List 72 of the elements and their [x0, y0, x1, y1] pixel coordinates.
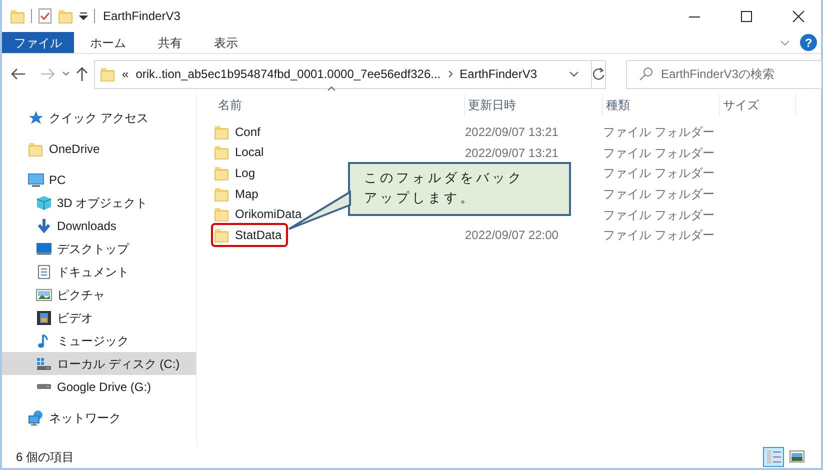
- folder-icon: [214, 186, 229, 202]
- sidebar-item[interactable]: ドキュメント: [2, 260, 196, 283]
- picture-icon: [36, 286, 52, 302]
- down-arrow-icon: [36, 218, 52, 234]
- file-tab[interactable]: ファイル: [2, 32, 74, 53]
- breadcrumb[interactable]: orik..tion_ab5ec1b954874fbd_0001.0000_7ee56edf326...: [136, 65, 441, 83]
- date-cell: 2022/09/07 13:21: [465, 146, 558, 160]
- type-cell: ファイル フォルダー: [603, 187, 714, 202]
- film-icon: [36, 310, 52, 326]
- desktop-icon: [36, 240, 52, 256]
- breadcrumb[interactable]: EarthFinderV3: [460, 65, 538, 83]
- date-cell: 2022/09/07 22:00: [465, 228, 558, 242]
- expand-ribbon-icon[interactable]: [780, 38, 790, 46]
- ribbon-tab[interactable]: ホーム: [74, 32, 142, 53]
- callout-note: このフォルダをバックアップします。: [348, 162, 571, 216]
- sidebar-item[interactable]: ビデオ: [2, 306, 196, 329]
- sidebar-item[interactable]: ローカル ディスク (C:): [2, 352, 196, 375]
- column-header[interactable]: 名前: [215, 98, 242, 112]
- search-icon: [639, 67, 653, 81]
- ribbon-tab[interactable]: 表示: [198, 32, 254, 53]
- sidebar-item[interactable]: ピクチャ: [2, 283, 196, 306]
- details-view-icon[interactable]: [766, 449, 782, 465]
- type-cell: ファイル フォルダー: [603, 228, 714, 242]
- dropdown-icon[interactable]: [569, 71, 579, 77]
- sidebar-item[interactable]: デスクトップ: [2, 237, 196, 260]
- type-cell: ファイル フォルダー: [603, 166, 714, 180]
- type-cell: ファイル フォルダー: [603, 146, 714, 160]
- help-button[interactable]: ?: [800, 34, 817, 51]
- search-field[interactable]: EarthFinderV3の検索: [626, 60, 822, 88]
- type-cell: ファイル フォルダー: [603, 208, 714, 222]
- back-icon[interactable]: [10, 67, 26, 81]
- item-count: 6 個の項目: [16, 449, 74, 466]
- type-cell: ファイル フォルダー: [603, 125, 714, 140]
- folder-icon: [214, 124, 229, 140]
- sidebar-item[interactable]: Downloads: [2, 214, 196, 237]
- sidebar-item[interactable]: クイック アクセス: [2, 106, 196, 129]
- date-cell: 2022/09/07 13:21: [465, 125, 558, 140]
- column-header[interactable]: 更新日時: [465, 98, 516, 112]
- folder-icon: [100, 66, 115, 82]
- dropdown-icon[interactable]: [79, 12, 88, 20]
- folder-icon: [28, 140, 44, 156]
- file-item[interactable]: StatData: [211, 222, 288, 247]
- sidebar-item[interactable]: ネットワーク: [2, 406, 196, 429]
- ribbon-tab[interactable]: 共有: [142, 32, 198, 53]
- cube-icon: [36, 194, 52, 210]
- sidebar-item[interactable]: PC: [2, 168, 196, 191]
- address-field[interactable]: « orik..tion_ab5ec1b954874fbd_0001.0000_7ee56edf326... EarthFinderV3: [94, 60, 592, 88]
- column-header[interactable]: 種類: [603, 98, 630, 112]
- column-header[interactable]: サイズ: [720, 98, 759, 112]
- chevron-right-icon[interactable]: [448, 70, 453, 78]
- window-title: EarthFinderV3: [103, 8, 180, 25]
- sidebar-item[interactable]: Google Drive (G:): [2, 375, 196, 398]
- sort-caret-icon: [327, 86, 336, 91]
- sidebar-item[interactable]: ミュージック: [2, 329, 196, 352]
- network-icon: [28, 410, 44, 426]
- document-icon: [36, 264, 52, 280]
- drive-icon: [37, 384, 51, 389]
- drive-icon: [36, 356, 52, 372]
- sidebar-item[interactable]: 3D オブジェクト: [2, 191, 196, 214]
- up-icon[interactable]: [76, 66, 88, 82]
- recent-dropdown-icon[interactable]: [62, 71, 70, 77]
- folder-icon: [214, 164, 229, 181]
- overflow-chevron[interactable]: «: [122, 65, 129, 83]
- refresh-icon[interactable]: [592, 67, 605, 81]
- sidebar-item[interactable]: OneDrive: [2, 137, 196, 160]
- folder-icon: [214, 206, 229, 222]
- checklist-icon[interactable]: [38, 8, 52, 24]
- star-icon: [28, 110, 44, 126]
- monitor-icon: [28, 172, 44, 188]
- folder-icon: [214, 226, 229, 243]
- large-icons-view-icon[interactable]: [788, 449, 804, 465]
- folder-icon: [214, 144, 229, 160]
